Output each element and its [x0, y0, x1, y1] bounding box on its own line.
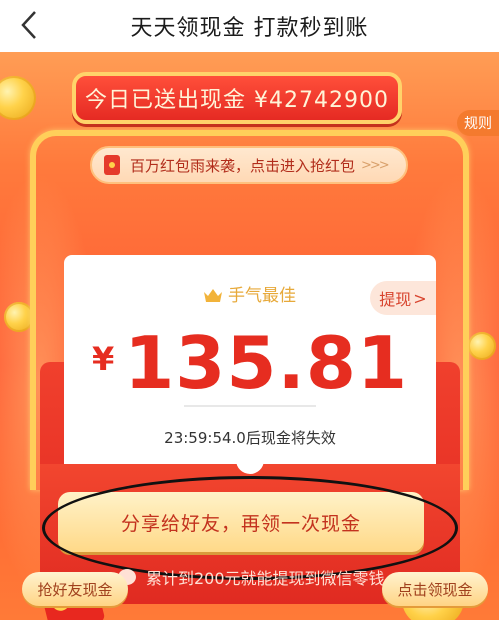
- red-packet-rain-promo[interactable]: 百万红包雨来袭，点击进入抢红包 >>>: [90, 146, 408, 184]
- reward-stage: 规则 手气最佳 提现 > ¥135.81 23:59:54.0后现金将失效 分享…: [0, 52, 499, 620]
- currency-symbol: ¥: [91, 340, 115, 378]
- best-luck-text: 手气最佳: [228, 286, 296, 306]
- chevron-right-icon: >: [413, 288, 427, 308]
- chevron-left-icon: [21, 11, 36, 39]
- coin-decoration: [468, 332, 496, 360]
- page-title: 天天领现金 打款秒到账: [130, 16, 369, 41]
- grab-friend-cash-button[interactable]: 抢好友现金: [22, 572, 128, 606]
- withdraw-label: 提现: [379, 290, 412, 309]
- claim-cash-button[interactable]: 点击领现金: [382, 572, 488, 606]
- crown-icon: [204, 289, 222, 302]
- cash-amount: 135.81: [124, 321, 409, 405]
- red-envelope-icon: [104, 155, 120, 175]
- expire-countdown: 23:59:54.0后现金将失效: [164, 429, 336, 447]
- reward-card: 手气最佳 提现 > ¥135.81 23:59:54.0后现金将失效: [64, 255, 436, 481]
- wechat-withdraw-note: 累计到200元就能提现到微信零钱: [118, 565, 418, 589]
- rules-button[interactable]: 规则: [457, 110, 499, 136]
- withdraw-button[interactable]: 提现 >: [370, 281, 436, 315]
- wechat-note-text: 累计到200元就能提现到微信零钱: [146, 569, 385, 588]
- back-button[interactable]: [14, 10, 44, 40]
- amount-display: ¥135.81: [64, 321, 436, 405]
- divider: [184, 405, 316, 407]
- double-chevron-right-icon: >>>: [361, 157, 390, 173]
- coin-decoration: [0, 76, 36, 120]
- share-friends-button[interactable]: 分享给好友，再领一次现金: [58, 492, 424, 552]
- top-bar: 天天领现金 打款秒到账: [0, 0, 499, 52]
- promo-text: 百万红包雨来袭，点击进入抢红包: [130, 156, 356, 175]
- total-sent-banner: 今日已送出现金 ¥42742900: [72, 72, 402, 124]
